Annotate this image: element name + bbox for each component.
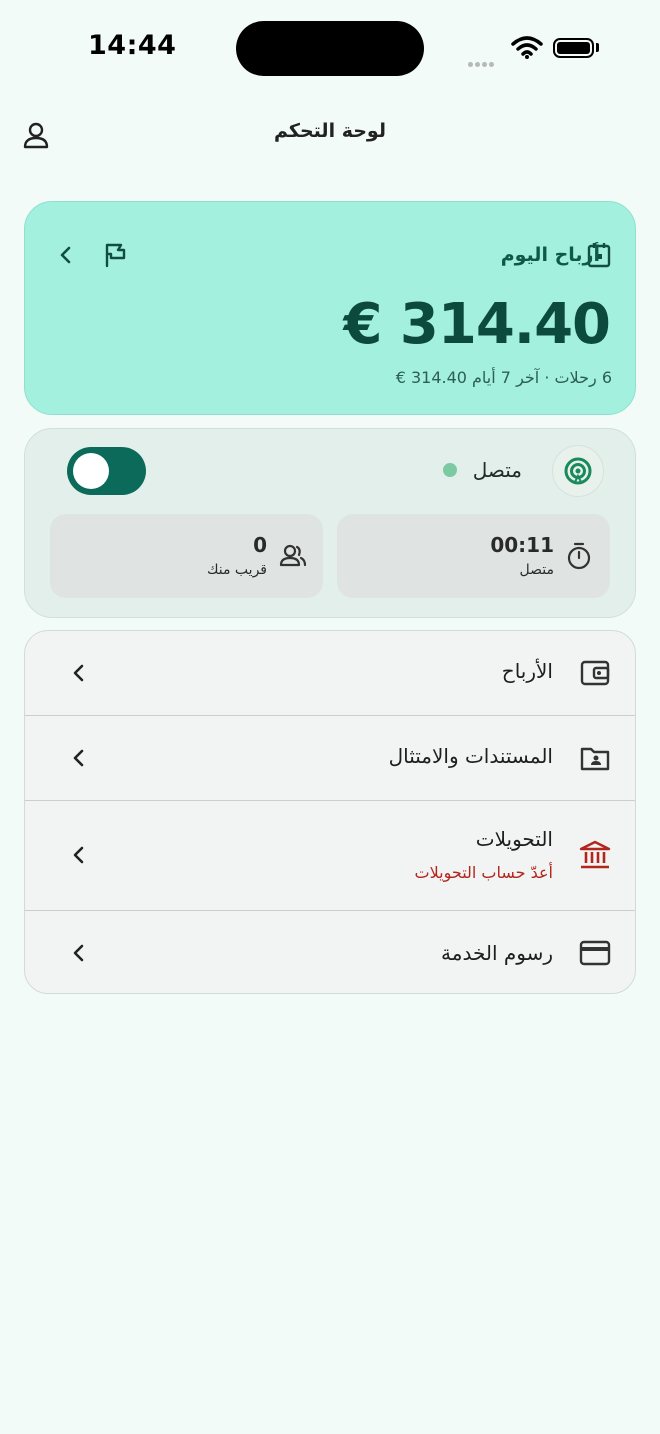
flag-icon[interactable] — [103, 242, 127, 268]
online-time-value: 00:11 — [490, 533, 554, 557]
status-time: 14:44 — [88, 30, 177, 61]
page-title: لوحة التحكم — [274, 120, 386, 142]
battery-icon — [553, 38, 594, 58]
chevron-left-icon — [73, 749, 84, 767]
stopwatch-icon — [567, 542, 591, 570]
wifi-icon — [511, 36, 543, 59]
chevron-left-icon — [73, 944, 84, 962]
wallet-icon — [580, 660, 610, 686]
menu-item-label: المستندات والامتثال — [388, 744, 553, 768]
transfers-warning-text: أعدّ حساب التحويلات — [414, 863, 553, 882]
online-time-tile: 00:11 متصل — [337, 514, 610, 598]
chevron-left-icon — [73, 846, 84, 864]
earnings-amount: € 314.40 — [343, 292, 611, 357]
online-time-label: متصل — [519, 562, 554, 578]
earnings-heading: أرباح اليوم — [500, 244, 600, 266]
users-icon — [279, 544, 307, 567]
chevron-left-icon[interactable] — [55, 244, 77, 266]
menu-list: الأرباح المستندات والامتثال التحويلات أع… — [24, 630, 636, 994]
cellular-signal-icon — [468, 52, 502, 67]
folder-user-icon — [580, 747, 610, 771]
online-status-label: متصل — [472, 458, 522, 482]
nearby-tile: 0 قريب منك — [50, 514, 323, 598]
nearby-value: 0 — [253, 533, 267, 557]
menu-item-transfers[interactable]: التحويلات أعدّ حساب التحويلات — [25, 801, 635, 911]
battery-tip — [596, 43, 599, 52]
radar-icon — [552, 445, 604, 497]
chevron-left-icon — [73, 664, 84, 682]
menu-item-documents[interactable]: المستندات والامتثال — [25, 716, 635, 801]
online-indicator-dot — [443, 463, 457, 477]
menu-item-earnings[interactable]: الأرباح — [25, 631, 635, 716]
credit-card-icon — [579, 940, 611, 966]
menu-item-label: رسوم الخدمة — [441, 941, 553, 965]
menu-item-label: الأرباح — [501, 659, 553, 683]
toggle-knob[interactable] — [73, 453, 109, 489]
earnings-summary: 6 رحلات · آخر 7 أيام 314.40 € — [395, 368, 612, 387]
bank-icon — [579, 840, 611, 869]
nearby-label: قريب منك — [206, 562, 267, 578]
menu-item-service-fees[interactable]: رسوم الخدمة — [25, 911, 635, 993]
menu-item-label: التحويلات — [475, 827, 553, 851]
online-toggle[interactable] — [67, 447, 146, 495]
dynamic-island — [236, 21, 424, 76]
